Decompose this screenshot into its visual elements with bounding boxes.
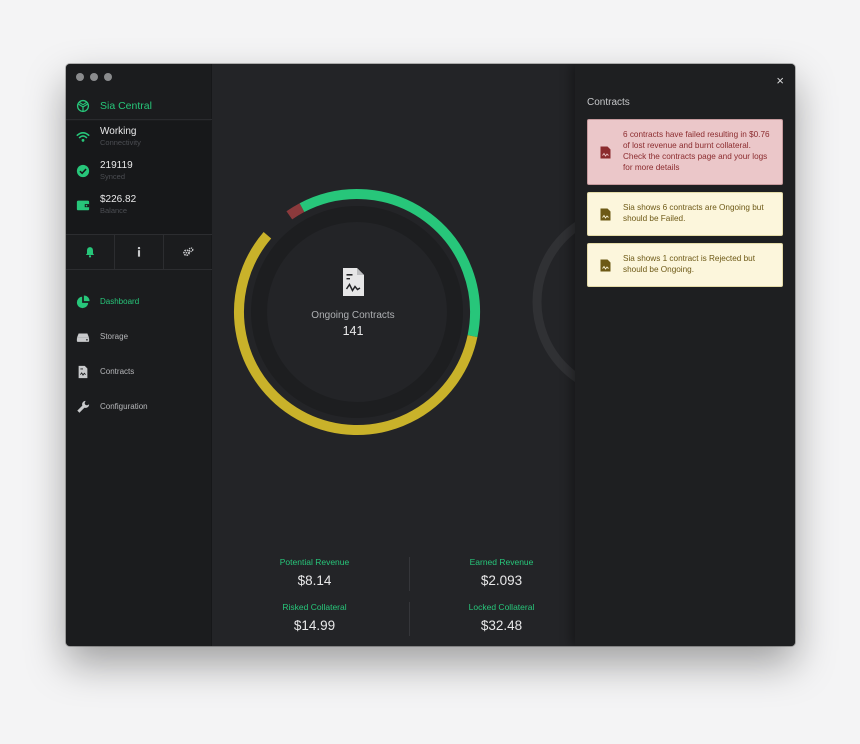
risked-collateral-stat: Risked Collateral $14.99 <box>224 602 405 633</box>
contract-document-icon <box>343 268 364 296</box>
wallet-icon <box>76 200 90 211</box>
sidebar-item-label: Contracts <box>100 367 135 376</box>
potential-revenue-stat: Potential Revenue $8.14 <box>224 557 405 588</box>
sidebar-item-contracts[interactable]: Contracts <box>66 354 212 389</box>
pie-chart-icon <box>76 294 90 308</box>
sidebar-item-configuration[interactable]: Configuration <box>66 389 212 424</box>
stat-value: $8.14 <box>297 573 332 588</box>
maximize-window-button[interactable] <box>104 73 112 81</box>
sidebar-nav: Dashboard Storage Contracts Configuratio… <box>66 284 212 424</box>
connectivity-label: Connectivity <box>100 138 141 147</box>
balance-label: Balance <box>100 206 128 215</box>
connectivity-status: Working Connectivity <box>66 122 212 152</box>
donut-segment-failed <box>286 203 305 220</box>
stat-label: Earned Revenue <box>469 557 534 567</box>
sidebar-item-label: Dashboard <box>100 297 140 306</box>
donut-value: 141 <box>342 324 364 338</box>
sidebar-item-label: Configuration <box>100 402 148 411</box>
stat-label: Risked Collateral <box>282 602 347 612</box>
alert-text: Sia shows 6 contracts are Ongoing but sh… <box>623 203 764 223</box>
alert-ongoing-should-fail[interactable]: Sia shows 6 contracts are Ongoing but sh… <box>587 192 783 236</box>
alert-text: 6 contracts have failed resulting in $0.… <box>623 130 770 172</box>
sidebar: Sia Central Working Connectivity 219119 … <box>66 64 212 646</box>
sia-logo-icon <box>76 99 90 112</box>
stat-value: $14.99 <box>293 618 336 633</box>
stat-label: Potential Revenue <box>279 557 350 567</box>
alert-failed-contracts[interactable]: 6 contracts have failed resulting in $0.… <box>587 119 783 185</box>
contract-document-icon <box>78 365 88 378</box>
toolbar <box>66 234 212 270</box>
stat-value: $2.093 <box>480 573 523 588</box>
app-window: Sia Central Working Connectivity 219119 … <box>66 64 795 646</box>
donut-center-label: Ongoing Contracts 141 <box>303 310 403 338</box>
connectivity-value: Working <box>100 126 137 137</box>
sidebar-item-label: Storage <box>100 332 129 341</box>
panel-title: Contracts <box>587 97 630 108</box>
wifi-icon <box>76 132 90 142</box>
secondary-donut-track <box>532 222 575 382</box>
sync-status: 219119 Synced <box>66 156 212 186</box>
contract-document-icon <box>600 146 611 158</box>
contract-document-icon <box>600 208 611 220</box>
info-icon <box>137 246 141 257</box>
status-block: Working Connectivity 219119 Synced $226.… <box>66 121 212 234</box>
locked-collateral-stat: Locked Collateral $32.48 <box>411 602 575 633</box>
close-window-button[interactable] <box>76 73 84 81</box>
block-height-value: 219119 <box>100 160 133 171</box>
stats-divider <box>409 557 410 591</box>
check-circle-icon <box>76 164 90 178</box>
info-button[interactable] <box>115 235 164 269</box>
window-controls <box>76 73 112 81</box>
hard-drive-icon <box>76 333 90 342</box>
gears-icon <box>183 247 194 257</box>
balance-value: $226.82 <box>100 194 137 205</box>
wrench-icon <box>77 400 90 413</box>
bell-icon <box>85 247 95 258</box>
stat-label: Locked Collateral <box>468 602 535 612</box>
minimize-window-button[interactable] <box>90 73 98 81</box>
alert-rejected-should-ongoing[interactable]: Sia shows 1 contract is Rejected but sho… <box>587 243 783 287</box>
balance-status: $226.82 Balance <box>66 190 212 220</box>
brand-name: Sia Central <box>100 99 152 112</box>
donut-title: Ongoing Contracts <box>311 310 395 321</box>
stats-divider <box>409 602 410 636</box>
earned-revenue-stat: Earned Revenue $2.093 <box>411 557 575 588</box>
sidebar-item-storage[interactable]: Storage <box>66 319 212 354</box>
notifications-panel: × Contracts 6 contracts have failed resu… <box>575 64 795 646</box>
sidebar-item-dashboard[interactable]: Dashboard <box>66 284 212 319</box>
dashboard-main: Ongoing Contracts 141 Potential Revenue … <box>212 64 575 646</box>
close-panel-button[interactable]: × <box>776 73 784 88</box>
notifications-button[interactable] <box>66 235 115 269</box>
synced-label: Synced <box>100 172 126 181</box>
settings-button[interactable] <box>164 235 212 269</box>
brand: Sia Central <box>66 92 212 120</box>
contract-document-icon <box>600 259 611 271</box>
alert-text: Sia shows 1 contract is Rejected but sho… <box>623 254 755 274</box>
stat-value: $32.48 <box>480 618 523 633</box>
